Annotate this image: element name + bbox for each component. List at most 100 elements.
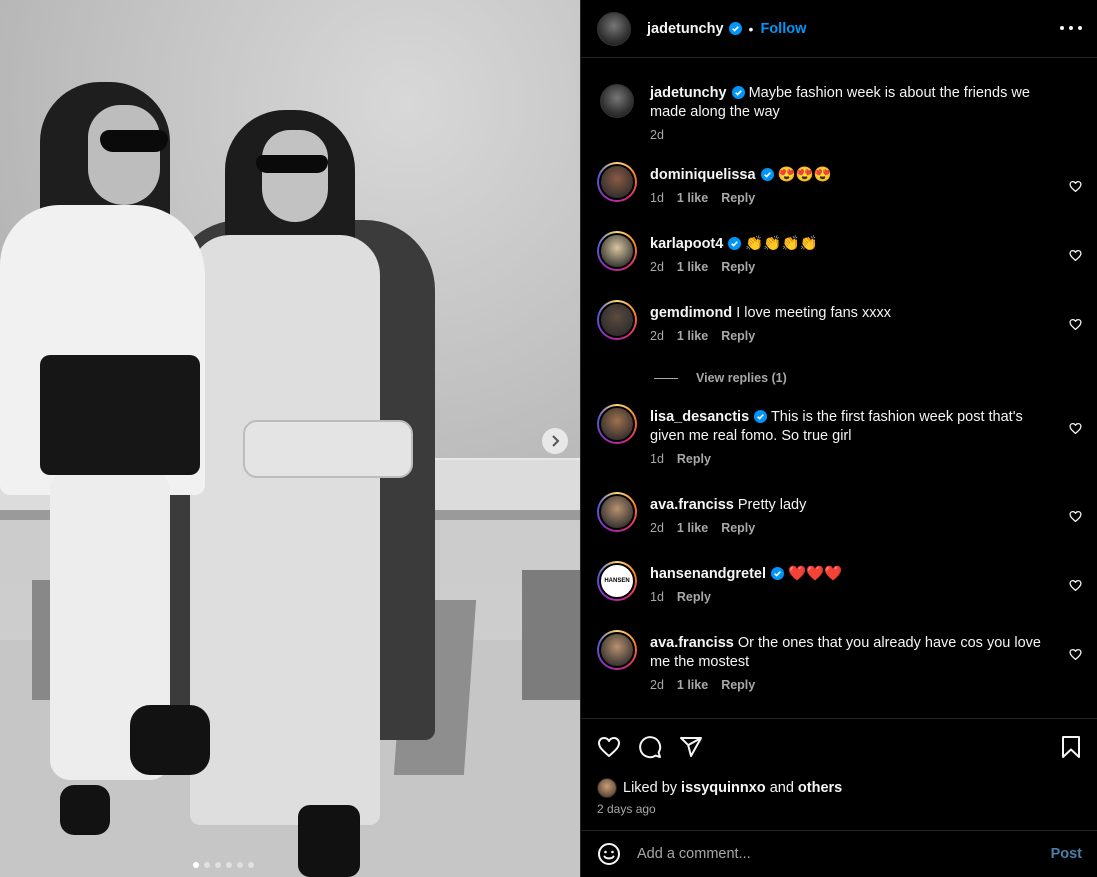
post-actions: Liked by issyquinnxo and others 2 days a… <box>581 718 1097 830</box>
comment-likes[interactable]: 1 like <box>677 329 708 343</box>
post-photo[interactable] <box>0 0 580 877</box>
more-options-icon[interactable] <box>1060 20 1082 36</box>
comment-text: I love meeting fans xxxx <box>736 305 891 321</box>
verified-icon <box>731 86 745 99</box>
like-heart-icon[interactable] <box>597 735 621 759</box>
comment-likes[interactable]: 1 like <box>677 191 708 205</box>
caption: jadetunchy Maybe fashion week is about t… <box>597 84 1082 154</box>
avatar-logo-text: HANSEN <box>604 578 630 584</box>
comment-likes[interactable]: 1 like <box>677 260 708 274</box>
view-replies-button[interactable]: View replies (1) <box>654 371 787 385</box>
photo-person-right-dress <box>190 235 380 825</box>
liked-by-user[interactable]: issyquinnxo <box>681 780 766 796</box>
carousel-dot <box>215 862 221 868</box>
reply-button[interactable]: Reply <box>721 329 755 343</box>
photo-sunglasses <box>256 155 328 173</box>
comment-time[interactable]: 1d <box>650 590 664 604</box>
photo-clutch <box>40 355 200 475</box>
emoji-icon[interactable] <box>597 842 621 866</box>
photo-shoe <box>60 785 110 835</box>
post-comment-button[interactable]: Post <box>1051 846 1082 862</box>
view-replies-label: View replies (1) <box>696 371 787 385</box>
comment-avatar[interactable] <box>597 231 637 271</box>
comment-like-heart-icon[interactable] <box>1069 180 1082 193</box>
comment-time[interactable]: 1d <box>650 452 664 466</box>
comment-text: Pretty lady <box>737 497 807 513</box>
comment-avatar[interactable] <box>597 162 637 202</box>
comment-text: 👏👏👏👏 <box>745 236 818 252</box>
comment-input[interactable]: Add a comment... <box>637 846 1051 862</box>
comment-avatar-image: HANSEN <box>599 563 635 599</box>
comment-username[interactable]: karlapoot4 <box>650 236 723 252</box>
author-username[interactable]: jadetunchy <box>647 21 724 37</box>
comment-avatar[interactable]: HANSEN <box>597 561 637 601</box>
carousel-next-button[interactable] <box>542 428 568 454</box>
bookmark-icon[interactable] <box>1060 735 1082 759</box>
comment-time[interactable]: 2d <box>650 329 664 343</box>
comment-username[interactable]: dominiquelissa <box>650 167 756 183</box>
caption-time: 2d <box>650 128 664 142</box>
photo-shoe <box>130 705 210 775</box>
comment-like-heart-icon[interactable] <box>1069 579 1082 592</box>
comment-avatar[interactable] <box>597 300 637 340</box>
reply-button[interactable]: Reply <box>677 452 711 466</box>
comment-avatar-image <box>599 302 635 338</box>
comment-avatar[interactable] <box>597 492 637 532</box>
add-comment-bar: Add a comment... Post <box>581 830 1097 877</box>
comment-like-heart-icon[interactable] <box>1069 249 1082 262</box>
comment-avatar-image <box>599 406 635 442</box>
liked-by-prefix: Liked by <box>623 780 678 796</box>
comment-text: ❤️❤️❤️ <box>788 566 843 582</box>
comment-username[interactable]: gemdimond <box>650 305 732 321</box>
caption-username[interactable]: jadetunchy <box>650 85 727 101</box>
photo-person-left-face <box>88 105 160 205</box>
liked-by-others[interactable]: others <box>798 780 842 796</box>
comment-likes[interactable]: 1 like <box>677 678 708 692</box>
verified-icon <box>760 168 774 181</box>
comment-time[interactable]: 2d <box>650 260 664 274</box>
post-header: jadetunchy • Follow <box>581 0 1097 58</box>
liker-avatar[interactable] <box>597 778 617 798</box>
comment-like-heart-icon[interactable] <box>1069 648 1082 661</box>
follow-button[interactable]: Follow <box>760 21 806 37</box>
comment-avatar[interactable] <box>597 630 637 670</box>
reply-button[interactable]: Reply <box>721 191 755 205</box>
comment-avatar-image <box>599 233 635 269</box>
comments-list[interactable]: jadetunchy Maybe fashion week is about t… <box>581 58 1097 718</box>
author-avatar[interactable] <box>597 11 631 46</box>
verified-icon <box>771 567 785 580</box>
comment-avatar-image <box>599 164 635 200</box>
comment-username[interactable]: ava.franciss <box>650 497 734 513</box>
share-icon[interactable] <box>679 735 703 759</box>
comment-like-heart-icon[interactable] <box>1069 422 1082 435</box>
replies-divider <box>654 377 678 379</box>
reply-button[interactable]: Reply <box>721 678 755 692</box>
reply-button[interactable]: Reply <box>721 521 755 535</box>
comment-likes[interactable]: 1 like <box>677 521 708 535</box>
comment-text: 😍😍😍 <box>777 167 832 183</box>
verified-icon <box>728 237 742 250</box>
comment-time[interactable]: 2d <box>650 678 664 692</box>
carousel-dot <box>237 862 243 868</box>
carousel-indicator <box>193 862 254 868</box>
reply-button[interactable]: Reply <box>677 590 711 604</box>
comment-avatar[interactable] <box>597 404 637 444</box>
comment-time[interactable]: 2d <box>650 521 664 535</box>
reply-button[interactable]: Reply <box>721 260 755 274</box>
comment-username[interactable]: lisa_desanctis <box>650 409 749 425</box>
caption-avatar[interactable] <box>600 84 634 118</box>
comment-icon[interactable] <box>638 735 662 759</box>
verified-icon <box>754 410 768 423</box>
liked-by: Liked by issyquinnxo and others <box>597 778 842 798</box>
liked-by-and: and <box>769 780 794 796</box>
chevron-right-icon <box>552 435 560 447</box>
comment-like-heart-icon[interactable] <box>1069 318 1082 331</box>
comment-username[interactable]: ava.franciss <box>650 635 734 651</box>
comment-username[interactable]: hansenandgretel <box>650 566 766 582</box>
comment-time[interactable]: 1d <box>650 191 664 205</box>
comment-like-heart-icon[interactable] <box>1069 510 1082 523</box>
comment-avatar-image <box>599 632 635 668</box>
carousel-dot <box>204 862 210 868</box>
carousel-dot <box>193 862 199 868</box>
post-timestamp[interactable]: 2 days ago <box>597 802 656 816</box>
